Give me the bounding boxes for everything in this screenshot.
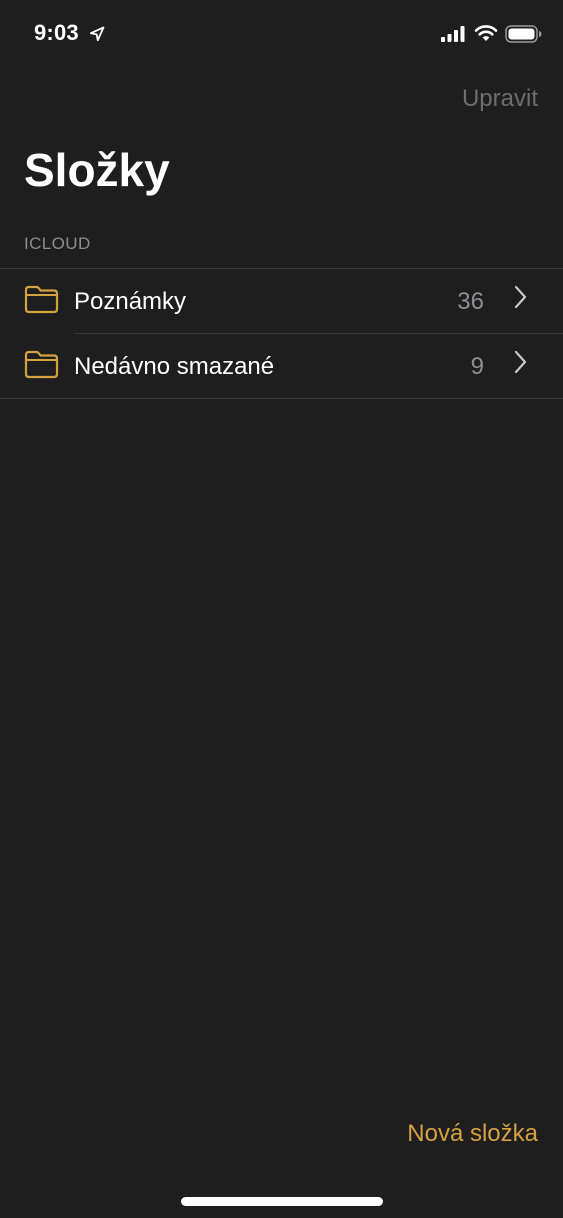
home-indicator[interactable] [181,1197,383,1206]
location-arrow-icon [89,26,105,42]
folder-row-nedavno-smazane[interactable]: Nedávno smazané 9 [0,334,563,398]
folder-list: Poznámky 36 Nedávno smazané 9 [0,268,563,399]
page-title: Složky [24,144,170,196]
status-time: 9:03 [34,20,79,45]
divider [0,398,563,399]
folder-name: Poznámky [74,288,187,315]
chevron-right-icon [514,285,527,309]
section-header-icloud: ICLOUD [24,234,91,253]
new-folder-button[interactable]: Nová složka [407,1120,538,1148]
battery-icon [505,25,542,43]
wifi-icon [474,25,498,41]
status-bar: 9:03 [0,0,563,70]
cellular-signal-icon [441,26,465,42]
folder-count: 9 [470,353,484,380]
folder-count: 36 [457,288,484,315]
folder-row-poznamky[interactable]: Poznámky 36 [0,269,563,333]
folder-name: Nedávno smazané [74,353,275,380]
notes-folders-screen: 9:03 Upravit Složky ICLOUD Poznámky 36 N… [0,0,563,1218]
edit-button[interactable]: Upravit [462,85,538,113]
folder-icon [24,285,59,314]
chevron-right-icon [514,350,527,374]
folder-icon [24,350,59,379]
